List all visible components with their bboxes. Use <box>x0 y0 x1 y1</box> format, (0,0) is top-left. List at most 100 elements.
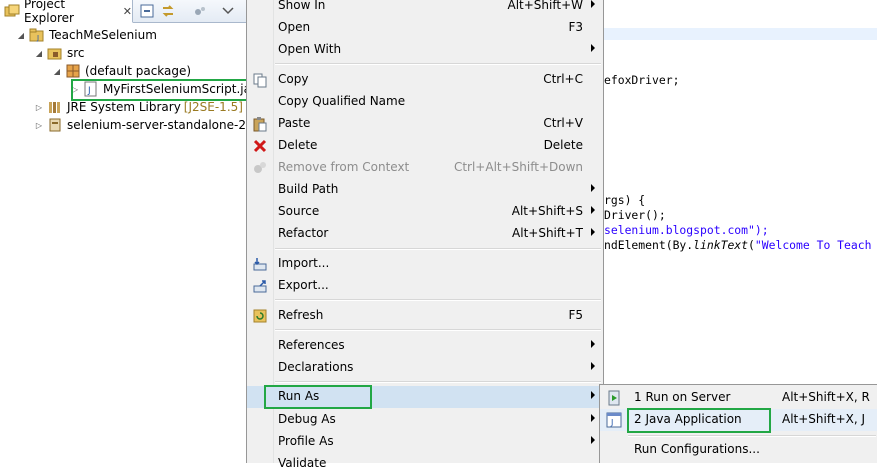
submenu-item-run-on-server[interactable]: 1 Run on Server Alt+Shift+X, R <box>600 387 877 409</box>
expanded-twisty-icon[interactable]: ◢ <box>52 67 62 76</box>
menu-item-refactor[interactable]: Refactor Alt+Shift+T <box>247 223 603 245</box>
menu-separator <box>628 435 876 437</box>
menu-item-label: Refresh <box>278 308 324 322</box>
menu-item-validate[interactable]: Validate <box>247 453 603 475</box>
tree-item-decoration: [J2SE-1.5] <box>183 100 243 114</box>
collapsed-twisty-icon[interactable]: ▷ <box>34 121 44 130</box>
submenu-arrow-icon <box>591 391 595 399</box>
highlight-box-java-application <box>627 408 771 433</box>
menu-item-label: Profile As <box>278 434 334 448</box>
code-line: rgs) { <box>604 193 646 207</box>
submenu-arrow-icon <box>591 184 595 192</box>
submenu-arrow-icon <box>591 44 595 52</box>
menu-separator <box>275 63 601 65</box>
menu-item-accelerator: F5 <box>568 308 583 322</box>
view-menu-tools-icon[interactable] <box>192 3 208 19</box>
menu-separator <box>275 299 601 301</box>
current-line-highlight <box>604 28 877 40</box>
tree-item-label: selenium-server-standalone-2.39 <box>67 118 266 132</box>
menu-item-label: Show In <box>278 0 326 12</box>
svg-text:J: J <box>610 418 613 427</box>
menu-item-label: Copy <box>278 72 309 86</box>
menu-item-label: Open <box>278 20 311 34</box>
menu-item-accelerator: Alt+Shift+W <box>507 0 584 12</box>
code-line: selenium.blogspot.com"); <box>604 223 769 237</box>
tree-item-src[interactable]: ◢ src <box>34 44 85 62</box>
menu-item-accelerator: Delete <box>543 138 583 152</box>
expanded-twisty-icon[interactable]: ◢ <box>16 31 26 40</box>
menu-item-label: Refactor <box>278 226 329 240</box>
collapse-all-icon[interactable] <box>139 3 155 19</box>
submenu-arrow-icon <box>591 436 595 444</box>
tree-item-label: TeachMeSelenium <box>49 28 157 42</box>
menu-item-delete[interactable]: Delete Delete <box>247 135 603 157</box>
menu-item-import[interactable]: Import... <box>247 253 603 275</box>
menu-item-label: Source <box>278 204 320 218</box>
submenu-arrow-icon <box>591 362 595 370</box>
menu-item-debug-as[interactable]: Debug As <box>247 409 603 431</box>
view-tab-bar: Project Explorer ✕ <box>0 0 246 25</box>
menu-item-copy-qualified-name[interactable]: Copy Qualified Name <box>247 91 603 113</box>
menu-item-show-in[interactable]: Show In Alt+Shift+W <box>247 0 603 17</box>
svg-text:J: J <box>36 34 39 42</box>
highlight-box-java-file <box>71 79 255 101</box>
menu-item-refresh[interactable]: Refresh F5 <box>247 305 603 327</box>
menu-separator <box>275 248 601 250</box>
menu-item-open-with[interactable]: Open With <box>247 39 603 61</box>
expanded-twisty-icon[interactable]: ◢ <box>34 49 44 58</box>
tree-item-label: src <box>67 46 85 60</box>
tree-item-default-package[interactable]: ◢ (default package) <box>52 62 191 80</box>
link-with-editor-icon[interactable] <box>160 3 176 19</box>
jar-icon <box>47 117 63 133</box>
package-icon <box>65 63 81 79</box>
menu-separator <box>275 329 601 331</box>
menu-item-references[interactable]: References <box>247 335 603 357</box>
submenu-arrow-icon <box>591 340 595 348</box>
close-icon[interactable]: ✕ <box>123 5 132 18</box>
paste-icon <box>252 116 268 132</box>
tab-label: Project Explorer <box>24 0 74 25</box>
tree-item-label: JRE System Library <box>67 100 181 114</box>
submenu-item-run-configurations[interactable]: Run Configurations... <box>600 439 877 461</box>
menu-item-remove-from-context: Remove from Context Ctrl+Alt+Shift+Down <box>247 157 603 179</box>
submenu-item-label: Run Configurations... <box>634 442 760 456</box>
menu-item-declarations[interactable]: Declarations <box>247 357 603 379</box>
collapsed-twisty-icon[interactable]: ▷ <box>34 103 44 112</box>
menu-item-open[interactable]: Open F3 <box>247 17 603 39</box>
menu-item-label: Delete <box>278 138 318 152</box>
tree-item-project[interactable]: ◢ J TeachMeSelenium <box>16 26 157 44</box>
menu-item-label: Export... <box>278 278 329 292</box>
menu-item-label: Debug As <box>278 412 336 426</box>
chevron-down-icon[interactable] <box>220 3 236 19</box>
submenu-arrow-icon <box>591 0 595 8</box>
menu-item-label: Copy Qualified Name <box>278 94 406 108</box>
code-string: "Welcome To Teach <box>754 238 872 252</box>
code-text: ndElement(By. <box>604 238 694 252</box>
menu-item-label: Open With <box>278 42 342 56</box>
menu-item-copy[interactable]: Copy Ctrl+C <box>247 69 603 91</box>
export-icon <box>252 278 268 294</box>
copy-icon <box>252 72 268 88</box>
submenu-item-accelerator: Alt+Shift+X, J <box>782 412 866 426</box>
menu-item-label: References <box>278 338 345 352</box>
tab-project-explorer[interactable]: Project Explorer ✕ <box>0 0 133 25</box>
menu-item-paste[interactable]: Paste Ctrl+V <box>247 113 603 135</box>
code-line: Driver(); <box>604 208 666 222</box>
submenu-arrow-icon <box>591 414 595 422</box>
menu-item-source[interactable]: Source Alt+Shift+S <box>247 201 603 223</box>
code-method: linkText <box>693 238 749 252</box>
menu-item-accelerator: Alt+Shift+T <box>512 226 583 240</box>
refresh-icon <box>252 308 268 324</box>
project-explorer-icon <box>4 3 20 19</box>
menu-separator <box>275 381 601 383</box>
menu-item-label: Paste <box>278 116 311 130</box>
project-icon: J <box>29 27 45 43</box>
menu-item-build-path[interactable]: Build Path <box>247 179 603 201</box>
submenu-item-label: 1 Run on Server <box>634 390 731 404</box>
menu-item-export[interactable]: Export... <box>247 275 603 297</box>
menu-item-profile-as[interactable]: Profile As <box>247 431 603 453</box>
delete-icon <box>252 138 268 154</box>
tree-item-selenium-jar[interactable]: ▷ selenium-server-standalone-2.39 <box>34 116 265 134</box>
menu-item-label: Validate <box>278 456 327 470</box>
menu-item-accelerator: Ctrl+Alt+Shift+Down <box>453 160 583 174</box>
